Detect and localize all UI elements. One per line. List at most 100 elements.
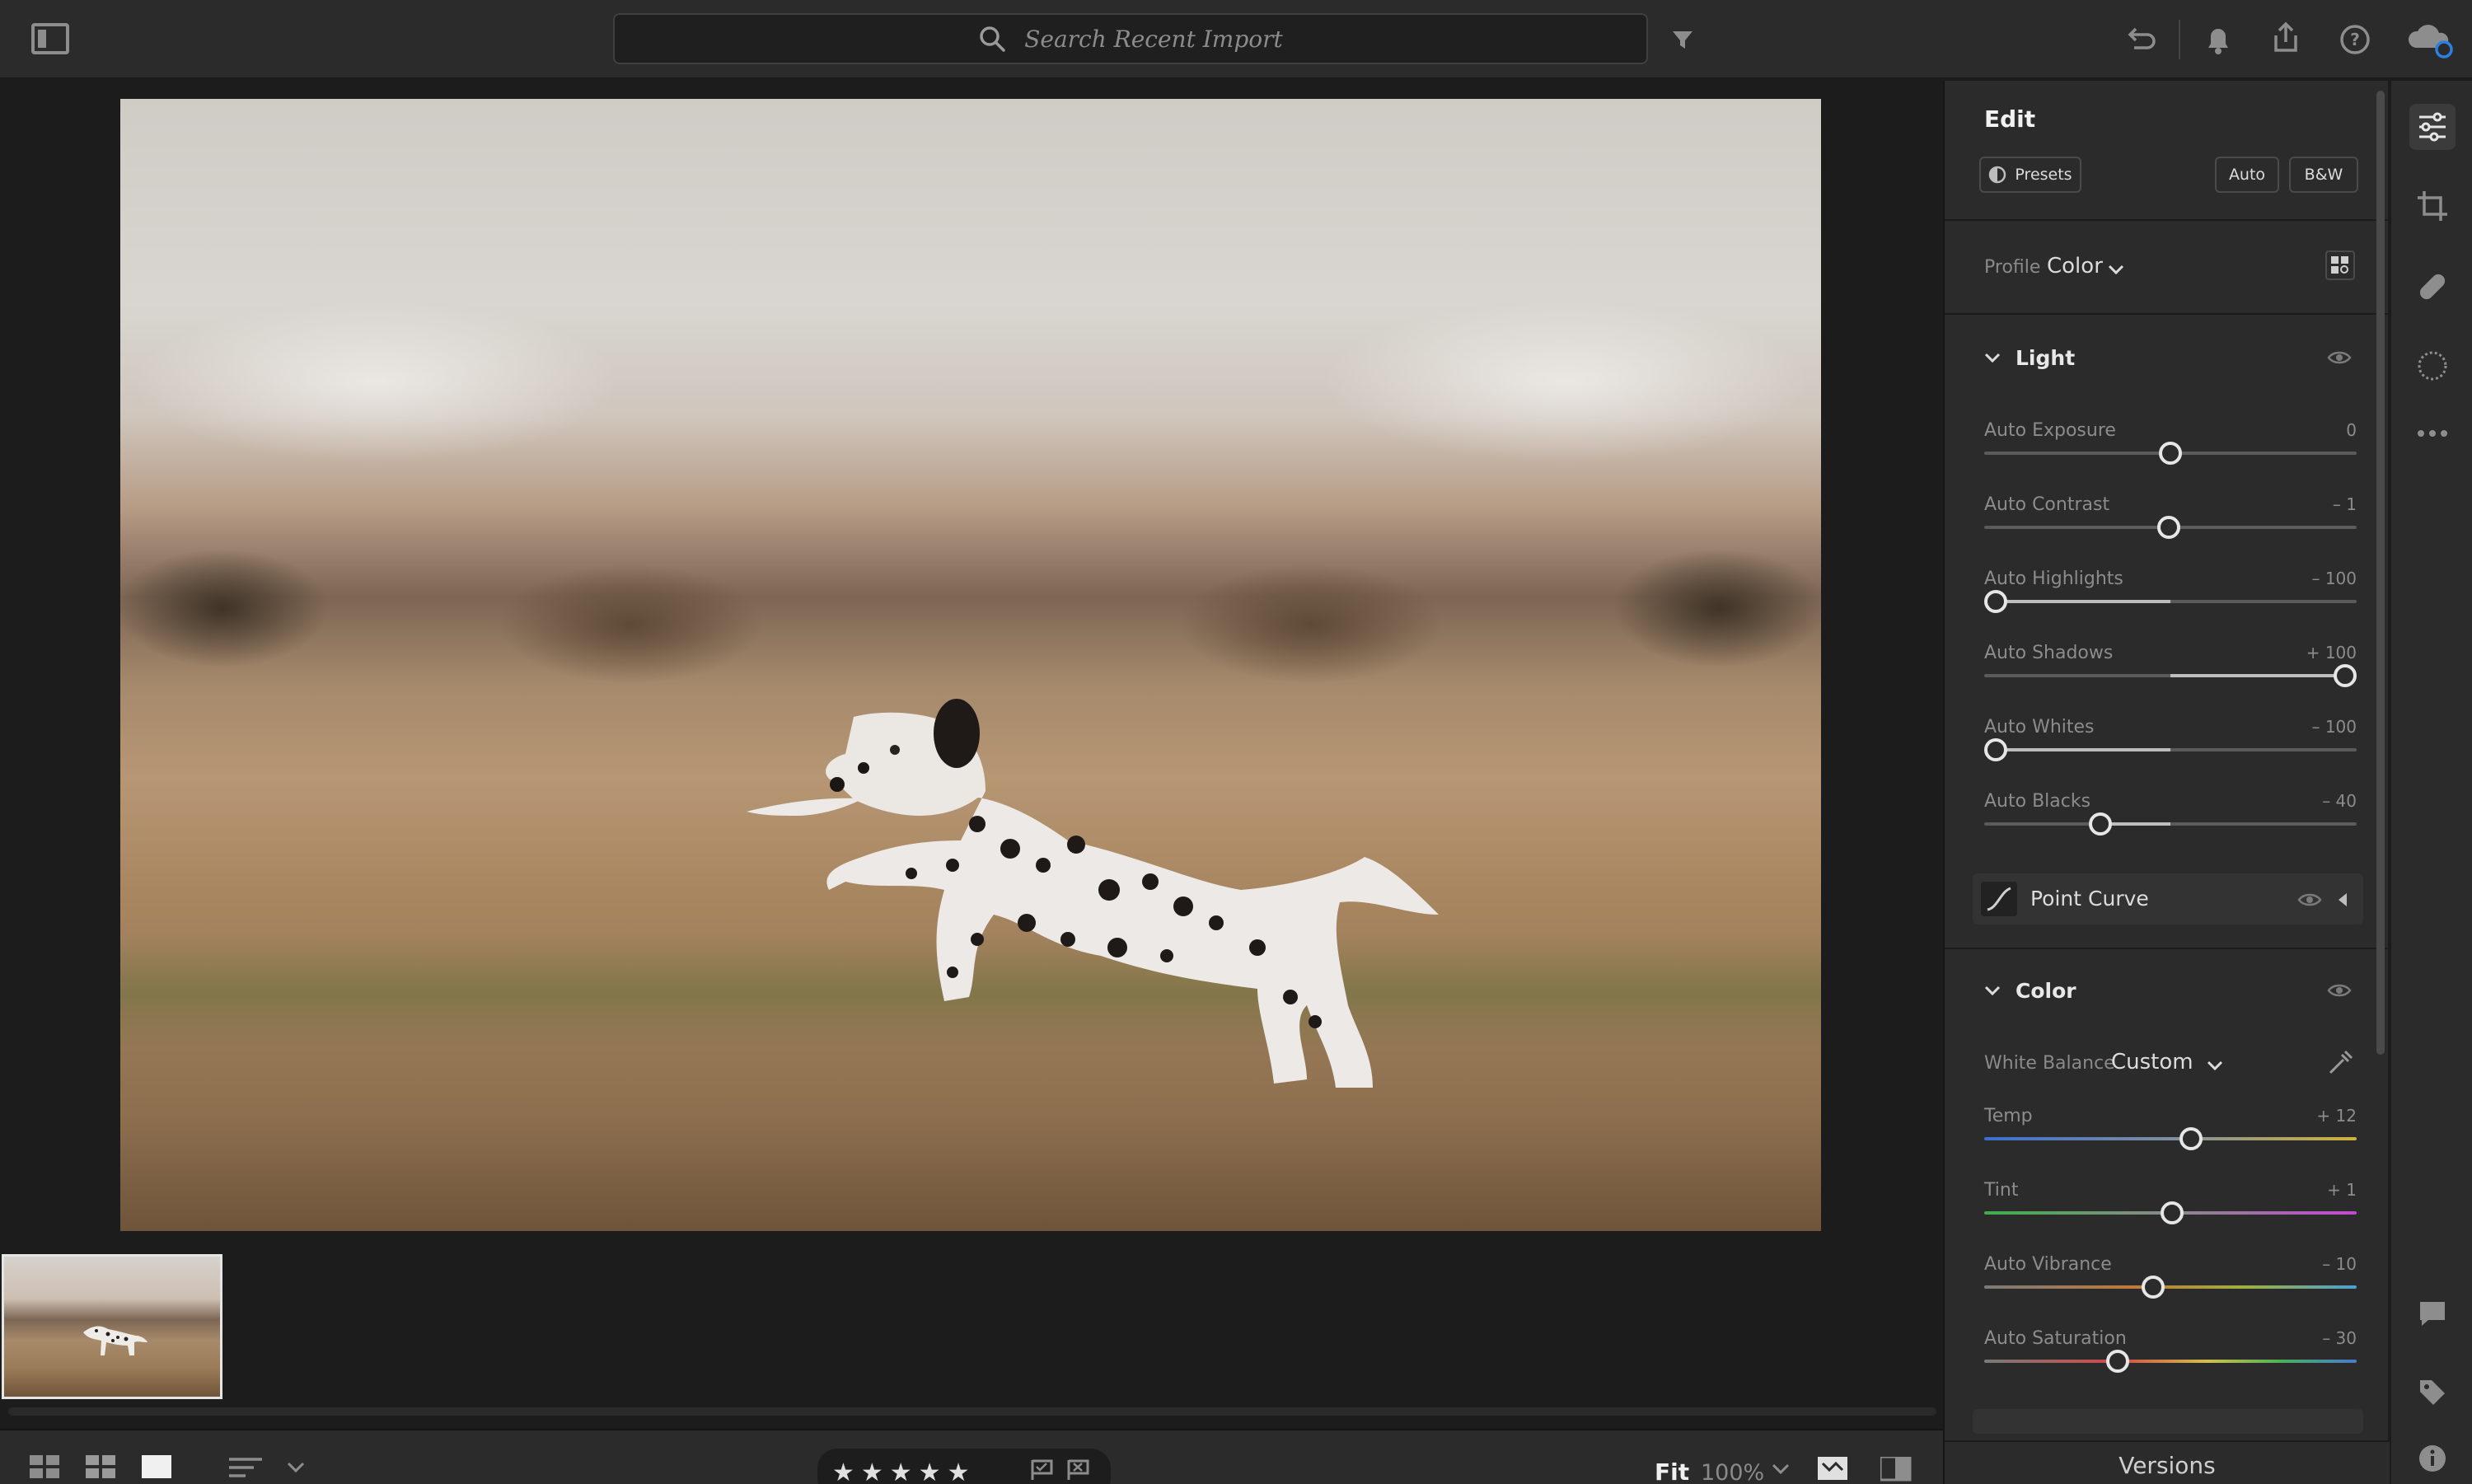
slider-thumb[interactable] [2141,1276,2165,1299]
square-grid-view-icon[interactable] [30,1455,61,1480]
share-icon[interactable] [2268,20,2304,56]
tool-strip [2390,81,2472,1484]
more-options-icon[interactable] [2409,410,2456,456]
slider-thumb[interactable] [1984,738,2007,761]
color-mixer-row-partial[interactable] [1973,1409,2363,1434]
slider-label: Temp [1984,1106,2033,1126]
eyedropper-icon[interactable] [2327,1048,2355,1079]
main-photo[interactable] [120,99,1821,1231]
slider-auto-vibrance[interactable]: Auto Vibrance – 10 [1984,1254,2357,1320]
comment-icon[interactable] [2409,1290,2456,1337]
detail-view-icon[interactable] [142,1455,173,1480]
slider-label: Auto Whites [1984,717,2095,737]
slider-value[interactable]: 0 [2346,420,2357,440]
flag-pick-icon[interactable] [1030,1458,1055,1482]
profile-browser-icon[interactable] [2325,250,2355,280]
compare-view-icon[interactable] [1880,1457,1912,1482]
sort-dropdown-chevron-icon[interactable] [287,1462,305,1473]
point-curve-label: Point Curve [2030,887,2149,911]
slider-value[interactable]: + 100 [2306,643,2357,662]
slider-thumb[interactable] [2161,1201,2184,1224]
fit-button[interactable]: Fit [1655,1458,1689,1484]
slider-label: Tint [1984,1180,2019,1201]
slider-track[interactable] [1984,822,2357,826]
presets-button[interactable]: Presets [1979,157,2081,193]
color-visibility-eye-icon[interactable] [2327,982,2352,1002]
slider-thumb[interactable] [2106,1350,2130,1373]
cloud-sync-icon[interactable] [2406,20,2456,59]
slider-track[interactable] [1984,1360,2357,1363]
slider-thumb[interactable] [2334,664,2357,687]
slider-auto-blacks[interactable]: Auto Blacks – 40 [1984,791,2357,857]
slider-auto-whites[interactable]: Auto Whites – 100 [1984,717,2357,783]
slider-auto-saturation[interactable]: Auto Saturation – 30 [1984,1328,2357,1394]
filter-icon[interactable] [1668,25,1697,54]
slider-thumb[interactable] [2156,516,2180,539]
zoom-dropdown-chevron-icon[interactable] [1772,1463,1790,1475]
slider-thumb[interactable] [2159,442,2182,465]
light-visibility-eye-icon[interactable] [2327,349,2352,369]
bw-button[interactable]: B&W [2289,157,2358,193]
slider-label: Auto Contrast [1984,494,2110,515]
notification-bell-icon[interactable] [2200,21,2236,58]
healing-bandage-icon[interactable] [2409,264,2456,310]
slider-tint[interactable]: Tint + 1 [1984,1180,2357,1246]
point-curve-row[interactable]: Point Curve [1973,873,2363,925]
masking-icon[interactable] [2409,343,2456,389]
slider-value[interactable]: – 10 [2322,1254,2357,1274]
bottom-bar: ★★★★★ Fit 100% [0,1429,1943,1484]
white-balance-chevron-icon[interactable] [2207,1060,2223,1075]
slider-track[interactable] [1984,1137,2357,1140]
zoom-level[interactable]: 100% [1701,1460,1764,1484]
edit-sliders-icon[interactable] [2409,104,2456,150]
svg-text:?: ? [2350,30,2360,49]
slider-value[interactable]: – 30 [2322,1328,2357,1348]
info-icon[interactable] [2409,1435,2456,1482]
slider-thumb[interactable] [1984,590,2007,613]
photo-grid-view-icon[interactable] [86,1455,117,1480]
light-section-header[interactable]: Light [1984,346,2075,370]
edit-panel-scrollbar[interactable] [2376,91,2385,1055]
slider-value[interactable]: – 40 [2322,791,2357,811]
slider-temp[interactable]: Temp + 12 [1984,1106,2357,1172]
show-original-icon[interactable] [1818,1457,1849,1482]
slider-track[interactable] [1984,1285,2357,1289]
filmstrip-thumbnail[interactable] [2,1254,222,1399]
undo-icon[interactable] [2121,21,2157,58]
edit-panel: Edit Presets Auto B&W Profile Color Ligh… [1943,81,2390,1484]
slider-value[interactable]: – 100 [2311,569,2357,588]
slider-auto-shadows[interactable]: Auto Shadows + 100 [1984,643,2357,709]
star-rating[interactable]: ★★★★★ [832,1458,976,1484]
keyword-tag-icon[interactable] [2409,1369,2456,1416]
slider-fill [1996,600,2170,603]
point-curve-eye-icon[interactable] [2297,892,2322,911]
slider-auto-exposure[interactable]: Auto Exposure 0 [1984,420,2357,486]
thumbnail-dog-image [83,1326,147,1355]
filmstrip-scrollbar[interactable] [8,1407,1936,1416]
crop-icon[interactable] [2409,183,2456,229]
search-input[interactable]: Search Recent Import [1024,26,1283,53]
sort-icon[interactable] [229,1457,265,1478]
slider-thumb[interactable] [2179,1127,2203,1150]
help-icon[interactable]: ? [2337,21,2373,58]
slider-label: Auto Blacks [1984,791,2091,812]
versions-button[interactable]: Versions [1945,1440,2390,1484]
filmstrip [0,1251,1943,1416]
slider-value[interactable]: + 1 [2327,1180,2357,1200]
slider-value[interactable]: + 12 [2316,1106,2357,1126]
auto-button[interactable]: Auto [2215,157,2279,193]
profile-dropdown[interactable]: Color [2047,254,2103,279]
slider-value[interactable]: – 1 [2333,494,2357,514]
panel-toggle-icon[interactable] [31,23,69,54]
profile-chevron-icon[interactable] [2108,264,2124,279]
point-curve-expand-icon[interactable] [2337,892,2348,911]
slider-value[interactable]: – 100 [2311,717,2357,737]
search-bar[interactable]: Search Recent Import [613,13,1648,64]
chevron-down-icon [1984,985,2001,995]
slider-auto-contrast[interactable]: Auto Contrast – 1 [1984,494,2357,560]
white-balance-dropdown[interactable]: Custom [2111,1050,2193,1074]
flag-reject-icon[interactable] [1066,1458,1091,1482]
slider-thumb[interactable] [2089,812,2113,836]
color-section-header[interactable]: Color [1984,979,2076,1003]
slider-auto-highlights[interactable]: Auto Highlights – 100 [1984,569,2357,634]
